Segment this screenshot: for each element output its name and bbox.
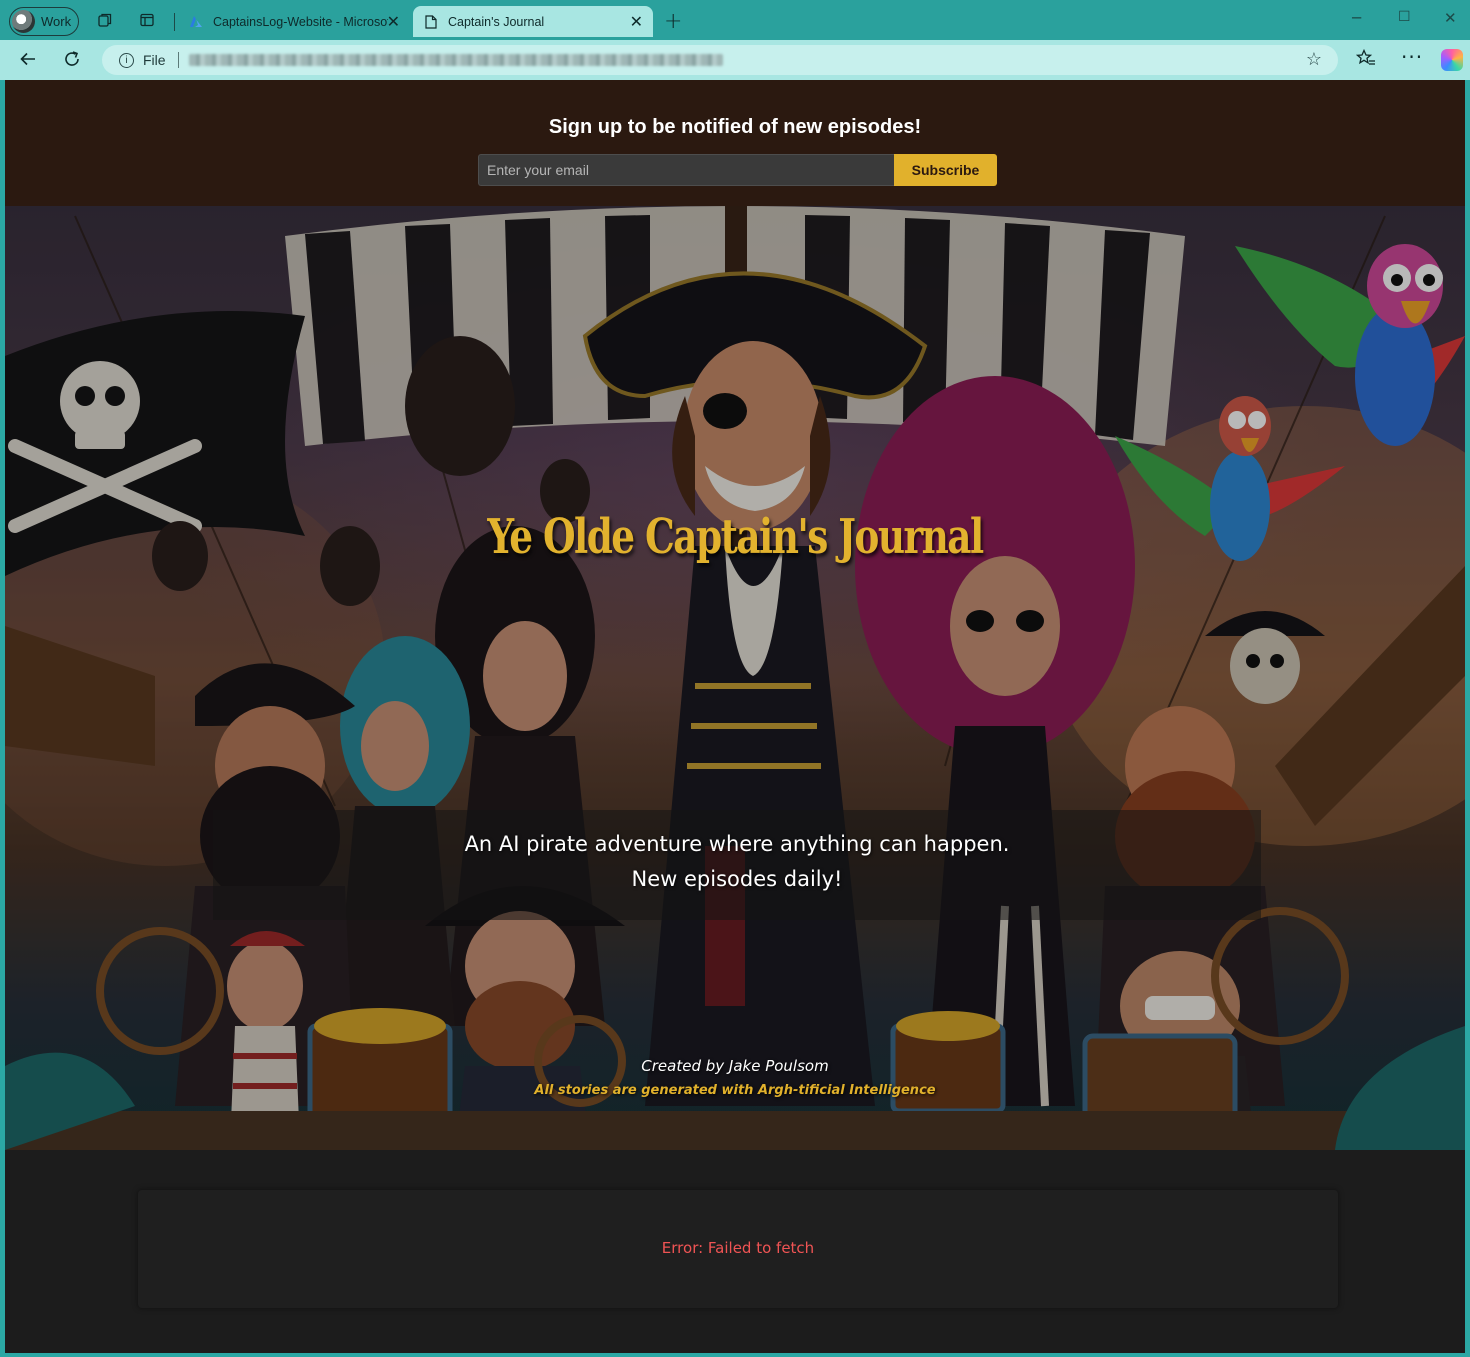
tab-title: CaptainsLog-Website - Microsoft [213,14,388,29]
browser-address-bar: i File ☆ ··· [0,40,1470,80]
hero-overlay [5,206,1465,1150]
profile-avatar [12,10,35,33]
new-tab-icon[interactable]: + [664,9,682,34]
tab-captainslog-website[interactable]: CaptainsLog-Website - Microsoft ✕ [178,6,410,37]
more-icon[interactable]: ··· [1401,45,1423,69]
tagline-box: An AI pirate adventure where anything ca… [213,810,1261,920]
site-info-icon[interactable]: i [119,52,134,68]
minimize-icon[interactable]: ─ [1352,9,1361,27]
error-message: Error: Failed to fetch [661,1239,815,1257]
document-icon [423,14,439,30]
close-window-icon[interactable]: ✕ [1444,9,1457,27]
tagline-line-2: New episodes daily! [631,867,843,891]
browser-tab-bar: Work CaptainsLog-Website - Microsoft ✕ C… [0,0,1470,40]
close-tab-icon[interactable]: ✕ [630,12,643,32]
favorites-icon[interactable] [1355,48,1376,73]
address-field[interactable]: i File ☆ [102,45,1338,75]
tab-actions-icon[interactable] [138,11,156,29]
back-arrow-icon[interactable] [18,49,38,74]
email-input[interactable] [478,154,894,186]
tagline-line-1: An AI pirate adventure where anything ca… [464,832,1010,856]
maximize-icon[interactable]: ☐ [1398,9,1411,25]
subscribe-button[interactable]: Subscribe [894,154,997,186]
site-title: Ye Olde Captain's Journal [487,509,984,565]
blurred-url [188,54,723,66]
creator-credit: Created by Jake Poulsom [641,1057,829,1075]
reload-icon[interactable] [62,49,82,74]
close-tab-icon[interactable]: ✕ [387,12,400,32]
workspaces-icon[interactable] [96,11,114,29]
signup-title: Sign up to be notified of new episodes! [548,116,922,138]
tab-title: Captain's Journal [448,14,545,29]
ai-disclaimer: All stories are generated with Argh-tifi… [534,1083,936,1098]
azure-icon [188,14,204,30]
star-icon[interactable]: ☆ [1306,49,1322,70]
signup-section: Sign up to be notified of new episodes! … [5,80,1465,206]
copilot-icon[interactable] [1441,49,1463,71]
episodes-panel: Error: Failed to fetch [138,1190,1338,1308]
hero-banner: Ye Olde Captain's Journal An AI pirate a… [5,206,1465,1150]
tab-separator [174,13,175,31]
address-divider [177,52,179,68]
profile-button[interactable]: Work [9,7,79,36]
tab-captains-journal[interactable]: Captain's Journal ✕ [413,6,653,37]
page-viewport: Sign up to be notified of new episodes! … [5,80,1465,1353]
profile-label: Work [41,14,72,29]
scheme-label: File [143,52,166,68]
